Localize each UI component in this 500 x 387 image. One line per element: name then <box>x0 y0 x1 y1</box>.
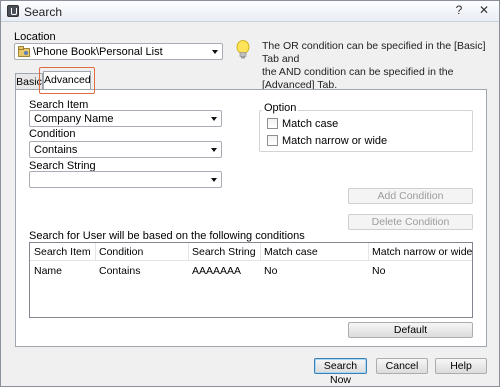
location-value: \Phone Book\Personal List <box>33 46 163 58</box>
help-title-button[interactable]: ? <box>447 3 471 19</box>
chevron-down-icon <box>211 148 217 152</box>
chevron-down-icon <box>211 178 217 182</box>
column-header-match-case[interactable]: Match case <box>264 246 318 258</box>
column-divider <box>368 243 369 260</box>
condition-value: Contains <box>34 144 78 156</box>
column-header-condition[interactable]: Condition <box>99 246 143 258</box>
column-header-match-narrow-wide[interactable]: Match narrow or wide <box>372 246 472 258</box>
lightbulb-icon <box>236 40 250 59</box>
column-divider <box>260 243 261 260</box>
match-narrow-wide-checkbox[interactable] <box>267 135 278 146</box>
table-header: Search Item Condition Search String Matc… <box>30 243 472 261</box>
chevron-down-icon <box>211 117 217 121</box>
info-text: The OR condition can be specified in the… <box>262 40 499 92</box>
condition-label: Condition <box>29 128 76 140</box>
search-now-button[interactable]: Search Now <box>314 358 367 386</box>
default-button[interactable]: Default <box>348 322 473 338</box>
help-button[interactable]: Help <box>435 358 487 374</box>
match-narrow-wide-label: Match narrow or wide <box>282 135 388 147</box>
column-header-search-string[interactable]: Search String <box>192 246 256 258</box>
conditions-table[interactable]: Search Item Condition Search String Matc… <box>29 242 473 318</box>
search-item-value: Company Name <box>34 113 114 125</box>
tab-advanced[interactable]: Advanced <box>43 71 91 91</box>
close-icon[interactable]: ✕ <box>472 3 496 19</box>
column-divider <box>95 243 96 260</box>
condition-dropdown[interactable]: Contains <box>29 141 222 158</box>
cell-condition: Contains <box>99 265 141 277</box>
location-label: Location <box>14 31 56 43</box>
location-dropdown[interactable]: \Phone Book\Personal List <box>14 43 223 60</box>
delete-condition-button[interactable]: Delete Condition <box>348 214 473 230</box>
folder-tree-icon <box>18 46 30 57</box>
search-dialog: Search ? ✕ Location \Phone Book\Personal… <box>0 0 500 387</box>
cell-search-item: Name <box>34 265 63 277</box>
app-icon <box>7 5 19 17</box>
search-string-combo[interactable] <box>29 171 222 188</box>
cell-match-case: No <box>264 265 278 277</box>
match-case-checkbox[interactable] <box>267 118 278 129</box>
title-bar: Search ? ✕ <box>1 1 499 22</box>
cell-search-string: AAAAAAA <box>192 265 242 277</box>
option-group-label: Option <box>262 102 299 114</box>
chevron-down-icon <box>212 50 218 54</box>
match-case-label: Match case <box>282 118 339 130</box>
info-line-1: The OR condition can be specified in the… <box>262 40 486 65</box>
search-item-dropdown[interactable]: Company Name <box>29 110 222 127</box>
cancel-button[interactable]: Cancel <box>376 358 428 374</box>
column-divider <box>188 243 189 260</box>
column-header-search-item[interactable]: Search Item <box>34 246 91 258</box>
window-title: Search <box>24 5 63 19</box>
conditions-caption: Search for User will be based on the fol… <box>29 230 305 242</box>
cell-match-narrow-wide: No <box>372 265 386 277</box>
add-condition-button[interactable]: Add Condition <box>348 188 473 204</box>
